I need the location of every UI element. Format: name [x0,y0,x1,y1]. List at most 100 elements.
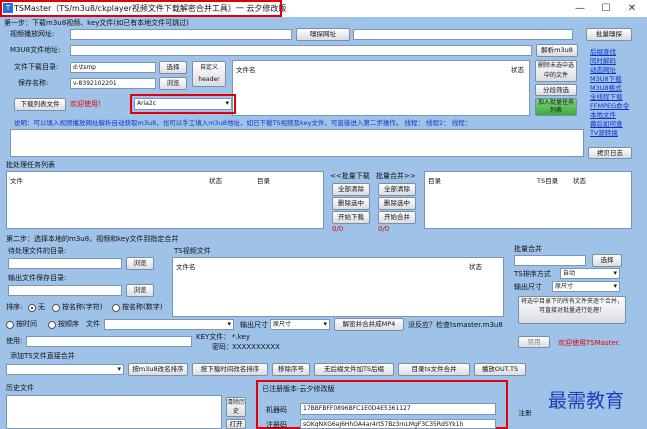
batch-download-list[interactable]: 文件 状态 目录 [6,171,324,229]
link-m3u8-download[interactable]: M3U8下载 [590,75,646,84]
tool-links: 后缀查找 同时解码 动态网址 M3U8下载 M3U8格式 全线程下载 FFMPE… [590,48,646,138]
browse-save-button[interactable]: 浏览 [159,77,187,90]
pending-dir-input[interactable] [8,258,122,269]
close-button[interactable]: ✕ [619,2,645,15]
file-select[interactable]: ▾ [104,319,234,330]
register-button[interactable]: 注册 [512,408,538,422]
output-size-select[interactable]: 原尺寸 ▾ [270,319,330,330]
link-tv-source[interactable]: TV源转换 [590,129,646,138]
video-url-input[interactable] [70,29,292,40]
download-dir-input[interactable]: d:\tsmp [70,62,156,73]
m3u8-url-input[interactable] [70,45,532,56]
ts-name-header: 文件名 [176,263,196,271]
link-decode[interactable]: 同时解码 [590,57,646,66]
download-list-button[interactable]: 下载列表文件 [14,98,66,111]
video-url-label: 视频播放网址: [10,30,55,38]
link-behind[interactable]: 幕后如何查 [590,120,646,129]
custom-header-button[interactable]: 自定义header [192,61,226,87]
chevron-down-icon: ▾ [323,320,327,328]
merge-out-size-select[interactable]: 原尺寸 ▾ [552,281,620,292]
merge-select-button[interactable]: 选择 [592,254,622,267]
file-name-header: 文件名 [236,66,256,74]
use-label: 使用: [6,337,23,345]
maximize-button[interactable]: ☐ [593,2,619,15]
batch-file-header: 文件 [10,177,23,185]
delete-selected-download-button[interactable]: 删除选中 [332,197,370,210]
parse-m3u8-button[interactable]: 解析m3u8 [536,44,578,57]
decrypt-merge-button[interactable]: 解密并合并成MP4 [334,318,404,331]
sort-name-num-radio[interactable] [112,304,120,312]
batch-title: 批处理任务列表 [6,161,55,169]
add-ts-select[interactable]: ▾ [6,364,124,375]
download-engine-select[interactable]: Aria2c ▾ [134,98,232,110]
pending-browse-button[interactable]: 浏览 [126,257,154,270]
delete-selected-merge-button[interactable]: 删除选中 [378,197,416,210]
ts-file-list[interactable]: 文件名 状态 [172,257,504,317]
output-dir-input[interactable] [8,285,122,296]
file-status-header: 状态 [511,66,524,74]
sort-none-label: 无 [38,303,45,311]
link-suffix-find[interactable]: 后缀查找 [590,48,646,57]
title-bar: T TSMaster（TS/m3u8/ckplayer视频文件下载解密合并工具）… [0,0,647,17]
merge-out-size-value: 原尺寸 [555,283,574,290]
machine-code-input[interactable]: 17BBFBFF0896BFC1E0D4E5361127 [300,403,496,415]
register-code-input[interactable]: sOKqNXG6aJ6HhOA4ar4rt57Bz3rnLMgF3C35RdSY… [300,419,496,429]
save-name-label: 保存名称: [18,79,49,87]
output-browse-button[interactable]: 浏览 [126,284,154,297]
sort-time-label: 按时间 [16,320,37,328]
batch-sniff-button[interactable]: 批量嗅探 [586,28,632,41]
sort-name-char-radio[interactable] [52,304,60,312]
link-ffmpeg[interactable]: FFMPEG命令 [590,102,646,111]
start-download-button[interactable]: 开始下载 [332,211,370,224]
play-out-ts-button[interactable]: 播放OUT.TS [474,363,526,376]
batch-merge-label: 批量合并>> [376,172,416,180]
link-m3u8-format[interactable]: M3U8格式 [590,84,646,93]
segment-filter-button[interactable]: 分段筛选 [535,84,577,96]
merge-out-size-label: 输出尺寸 [514,283,542,291]
batch-status-header: 状态 [209,177,222,185]
add-to-queue-button[interactable]: 加入批量任务列表 [535,98,577,116]
link-local-file[interactable]: 本地文件 [590,111,646,120]
sort-name-char-label: 按名称(字符) [62,303,103,311]
start-merge-button[interactable]: 开始合并 [378,211,416,224]
register-title: 已注册版本-云夕修改版 [262,385,335,393]
remove-number-button[interactable]: 移除序号 [272,363,310,376]
use-input[interactable] [26,336,192,347]
download-count: 0/0 [332,225,344,233]
sort-name-num-label: 按名称(数字) [122,303,163,311]
clear-history-button[interactable]: 清除历史 [226,397,246,417]
sniff-result-input[interactable] [353,29,573,40]
bottom-welcome: 欢迎使用TSMaster. [558,339,621,347]
machine-code-label: 机器码 [266,406,287,414]
sniff-button[interactable]: 嗅探网址 [296,28,350,41]
merge-subfolders-button[interactable]: 将选中目录下的所有文件夹逐个合并，可直接对批量进行处理！ [518,296,626,324]
log-area[interactable] [10,129,584,157]
sort-order-radio[interactable] [48,321,56,329]
chevron-down-icon: ▾ [227,320,231,328]
delete-unselected-button[interactable]: 删除未选中选中的文件 [535,60,577,82]
m3u8-file-list[interactable]: 文件名 状态 [232,60,530,116]
history-list[interactable] [6,395,222,429]
save-name-input[interactable]: v-8392102201 [70,78,156,89]
minimize-button[interactable]: — [567,2,593,15]
merge-dir-header: 目录 [428,177,441,185]
disable-button[interactable]: 禁用 [518,336,550,348]
open-history-button[interactable]: 打开 [226,419,246,429]
ts-sort-select[interactable]: 自动 ▾ [560,268,620,279]
select-dir-button[interactable]: 选择 [159,61,187,74]
merge-dir-ts-button[interactable]: 目录ts文件合并 [398,363,470,376]
view-log-button[interactable]: 拷贝日志 [588,147,632,159]
chevron-down-icon: ▾ [613,282,617,290]
batch-merge-list[interactable]: 目录 TS目录 状态 [424,171,632,229]
sort-none-radio[interactable] [28,304,36,312]
clear-all-merge-button[interactable]: 全部清除 [378,183,416,196]
sort-time-button[interactable]: 按下载时间改名排序 [192,363,268,376]
link-full-thread[interactable]: 全线程下载 [590,93,646,102]
output-size-label: 输出尺寸 [240,321,268,329]
sort-time-radio[interactable] [6,321,14,329]
sort-m3u8-button[interactable]: 按m3u8改名排序 [128,363,188,376]
clear-all-download-button[interactable]: 全部清除 [332,183,370,196]
link-dynamic-url[interactable]: 动态网址 [590,66,646,75]
add-ts-suffix-button[interactable]: 无后缀文件加TS后缀 [314,363,394,376]
merge-dir-input[interactable] [514,255,586,266]
